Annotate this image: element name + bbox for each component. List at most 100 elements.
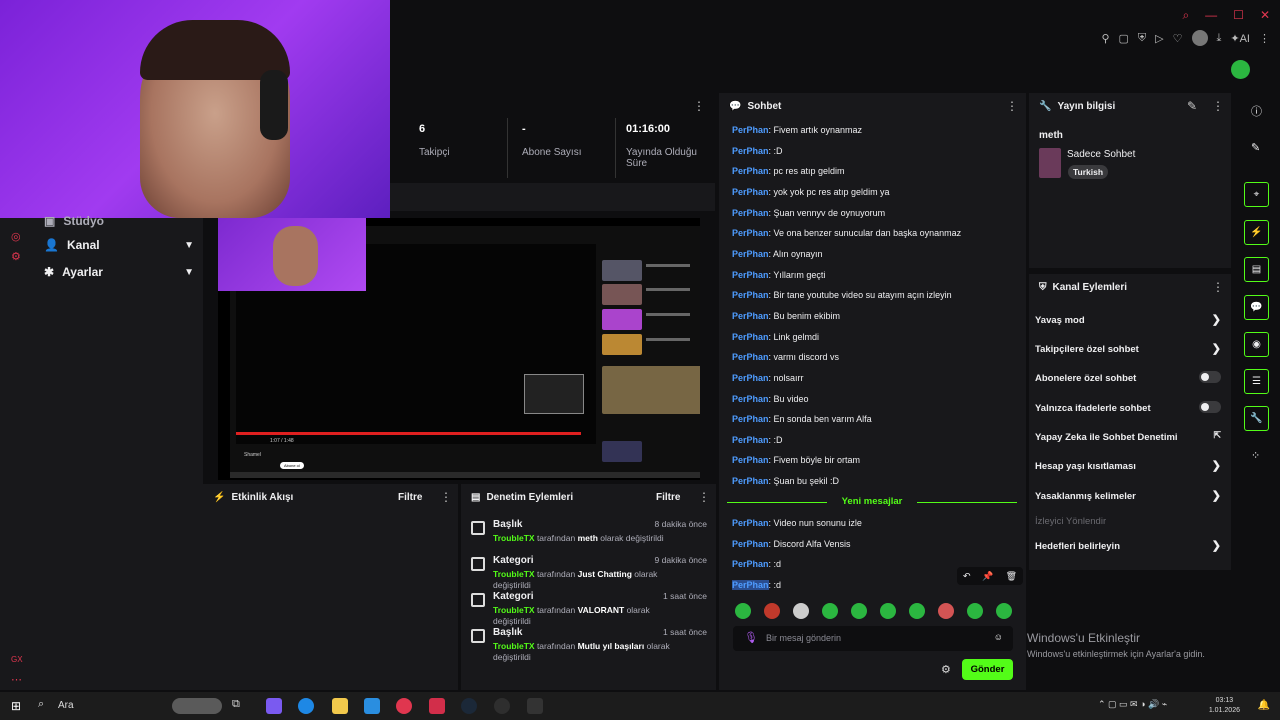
list-button[interactable]: ☰ [1244, 369, 1269, 394]
chat-message[interactable]: PerPhan: :D [732, 146, 783, 156]
chat-message[interactable]: PerPhan: Şuan bu şekil :D [732, 476, 839, 486]
store-icon[interactable] [364, 698, 380, 714]
chat-message[interactable]: PerPhan: varmı discord vs [732, 352, 839, 362]
send-button[interactable]: Gönder [962, 659, 1013, 680]
taskbar-search[interactable]: Ara [58, 700, 74, 711]
opera-gx-icon[interactable] [396, 698, 412, 714]
wrench-button[interactable]: 🔧 [1244, 406, 1269, 431]
chat-message[interactable]: PerPhan: yok yok pc res atıp geldim ya [732, 187, 890, 197]
stats-menu-icon[interactable]: ⋮ [693, 99, 705, 113]
chat-message[interactable]: PerPhan: Link gelmdi [732, 332, 819, 342]
chat-message[interactable]: PerPhan: En sonda ben varım Alfa [732, 414, 872, 424]
menu-icon[interactable]: ⋮ [1259, 32, 1270, 45]
epic-games-icon[interactable] [527, 698, 543, 714]
emotes-only-toggle[interactable] [1199, 401, 1221, 413]
sidebar-item-ayarlar[interactable]: ✱ Ayarlar ▼ [44, 265, 194, 279]
chat-message[interactable]: PerPhan: Video nun sonunu izle [732, 518, 862, 528]
emote-icon[interactable] [735, 603, 751, 619]
emote-icon[interactable] [851, 603, 867, 619]
chat-message[interactable]: PerPhan: :d [732, 559, 781, 569]
emote-icon[interactable] [764, 603, 780, 619]
chat-message[interactable]: PerPhan: Şuan vennyv de oynuyorum [732, 208, 885, 218]
taskbar-clock[interactable]: 03:13 1.01.2026 [1209, 696, 1240, 716]
search-icon[interactable]: ⌕ [1182, 8, 1189, 23]
stream-preview[interactable]: 1:07 / 1:48 Shamel Abone ol [218, 218, 700, 480]
emote-icon[interactable] [793, 603, 809, 619]
windows-start-icon[interactable]: ⊞ [11, 699, 21, 713]
ai-icon[interactable]: ✦AI [1230, 32, 1250, 45]
minimize-icon[interactable]: — [1205, 8, 1217, 23]
stream-info-menu-icon[interactable]: ⋮ [1212, 99, 1224, 113]
activity-filter-button[interactable]: Filtre [398, 492, 422, 503]
activity-menu-icon[interactable]: ⋮ [440, 490, 452, 504]
notification-icon[interactable]: 🔔 [1258, 700, 1270, 711]
chat-message[interactable]: PerPhan: Ve ona benzer sunucular dan baş… [732, 228, 961, 238]
chat-message-hovered[interactable]: PerPhan: :d [732, 580, 781, 590]
mod-menu-icon[interactable]: ⋮ [698, 490, 710, 504]
chat-message[interactable]: PerPhan: Fivem böyle bir ortam [732, 455, 860, 465]
chat-message[interactable]: PerPhan: Yıllarım geçti [732, 270, 825, 280]
copilot-icon[interactable] [266, 698, 282, 714]
play-icon[interactable]: ▷ [1155, 32, 1163, 45]
valorant-icon[interactable] [429, 698, 445, 714]
subscribers-only-toggle[interactable] [1199, 371, 1221, 383]
emotes-only-row[interactable]: Yalnızca ifadelerle sohbet [1035, 401, 1221, 414]
stream-category[interactable]: Sadece Sohbet [1067, 149, 1135, 160]
bolt-button[interactable]: ⚡ [1244, 220, 1269, 245]
camera-button[interactable]: ⌖ [1244, 182, 1269, 207]
ai-moderation-row[interactable]: Yapay Zeka ile Sohbet Denetimi ⇱ [1035, 430, 1221, 443]
chat-message[interactable]: PerPhan: Fivem artık oynanmaz [732, 125, 862, 135]
chat-message-input[interactable]: 🎙 Bir mesaj gönderin ☺ [733, 626, 1013, 651]
broadcast-button[interactable]: ◉ [1244, 332, 1269, 357]
chat-message[interactable]: PerPhan: Bu video [732, 394, 809, 404]
sidebar-item-studio[interactable]: ▣ Stüdyo [44, 214, 194, 228]
followers-only-row[interactable]: Takipçilere özel sohbet ❯ [1035, 343, 1221, 355]
category-thumbnail[interactable] [1039, 148, 1061, 178]
widget-icon[interactable] [172, 698, 222, 714]
emote-icon[interactable] [880, 603, 896, 619]
account-age-row[interactable]: Hesap yaşı kısıtlaması ❯ [1035, 460, 1221, 472]
subscribers-only-row[interactable]: Abonelere özel sohbet [1035, 371, 1221, 384]
banned-words-row[interactable]: Yasaklanmış kelimeler ❯ [1035, 490, 1221, 502]
opera-icon[interactable]: ◎ [11, 230, 21, 243]
more-icon[interactable]: ⋯ [11, 673, 22, 686]
pencil-icon[interactable]: ✎ [1251, 141, 1260, 154]
steam-icon[interactable] [461, 698, 477, 714]
pin-icon[interactable]: 📌 [982, 571, 993, 582]
apps-icon[interactable]: ⁘ [1251, 449, 1260, 462]
emote-icon[interactable] [967, 603, 983, 619]
explorer-icon[interactable] [332, 698, 348, 714]
obs-icon[interactable] [494, 698, 510, 714]
close-icon[interactable]: ✕ [1260, 8, 1270, 23]
task-view-icon[interactable]: ⧉ [232, 698, 248, 714]
emote-icon[interactable] [996, 603, 1012, 619]
sidebar-item-kanal[interactable]: 👤 Kanal ▼ [44, 238, 194, 252]
info-icon[interactable]: ⓘ [1251, 103, 1262, 119]
settings-icon[interactable]: ⚙ [11, 250, 21, 263]
edit-icon[interactable]: ✎ [1187, 99, 1197, 113]
chat-message[interactable]: PerPhan: Bir tane youtube video su atayı… [732, 290, 952, 300]
chat-menu-icon[interactable]: ⋮ [1006, 99, 1018, 113]
kick-avatar-icon[interactable] [1231, 60, 1250, 79]
mic-icon[interactable]: 🎙 [744, 631, 758, 644]
tray-icons[interactable]: ⌃ ▢ ▭ ✉ ◑ 🔊 ⌁ [1098, 699, 1167, 710]
delete-icon[interactable]: 🗑 [1006, 571, 1017, 582]
stream-tag[interactable]: Turkish [1068, 165, 1109, 179]
search-icon[interactable]: ⌕ [38, 698, 44, 711]
chat-message[interactable]: PerPhan: nolsaırr [732, 373, 804, 383]
chat-message[interactable]: PerPhan: :D [732, 435, 783, 445]
shield-icon[interactable]: ⛨ [1138, 32, 1146, 45]
chat-message[interactable]: PerPhan: Discord Alfa Vensis [732, 539, 851, 549]
mod-filter-button[interactable]: Filtre [656, 492, 680, 503]
undo-icon[interactable]: ↶ [963, 571, 971, 582]
snapshot-icon[interactable]: ▢ [1119, 32, 1129, 45]
emote-icon[interactable] [909, 603, 925, 619]
edge-icon[interactable] [298, 698, 314, 714]
chat-message[interactable]: PerPhan: Alın oynayın [732, 249, 823, 259]
goals-row[interactable]: Hedefleri belirleyin ❯ [1035, 540, 1221, 552]
channel-actions-menu-icon[interactable]: ⋮ [1212, 280, 1224, 294]
chat-settings-icon[interactable]: ⚙ [941, 663, 951, 676]
maximize-icon[interactable]: ☐ [1233, 8, 1244, 23]
chat-message[interactable]: PerPhan: pc res atıp geldim [732, 166, 845, 176]
chat-button[interactable]: 💬 [1244, 295, 1269, 320]
